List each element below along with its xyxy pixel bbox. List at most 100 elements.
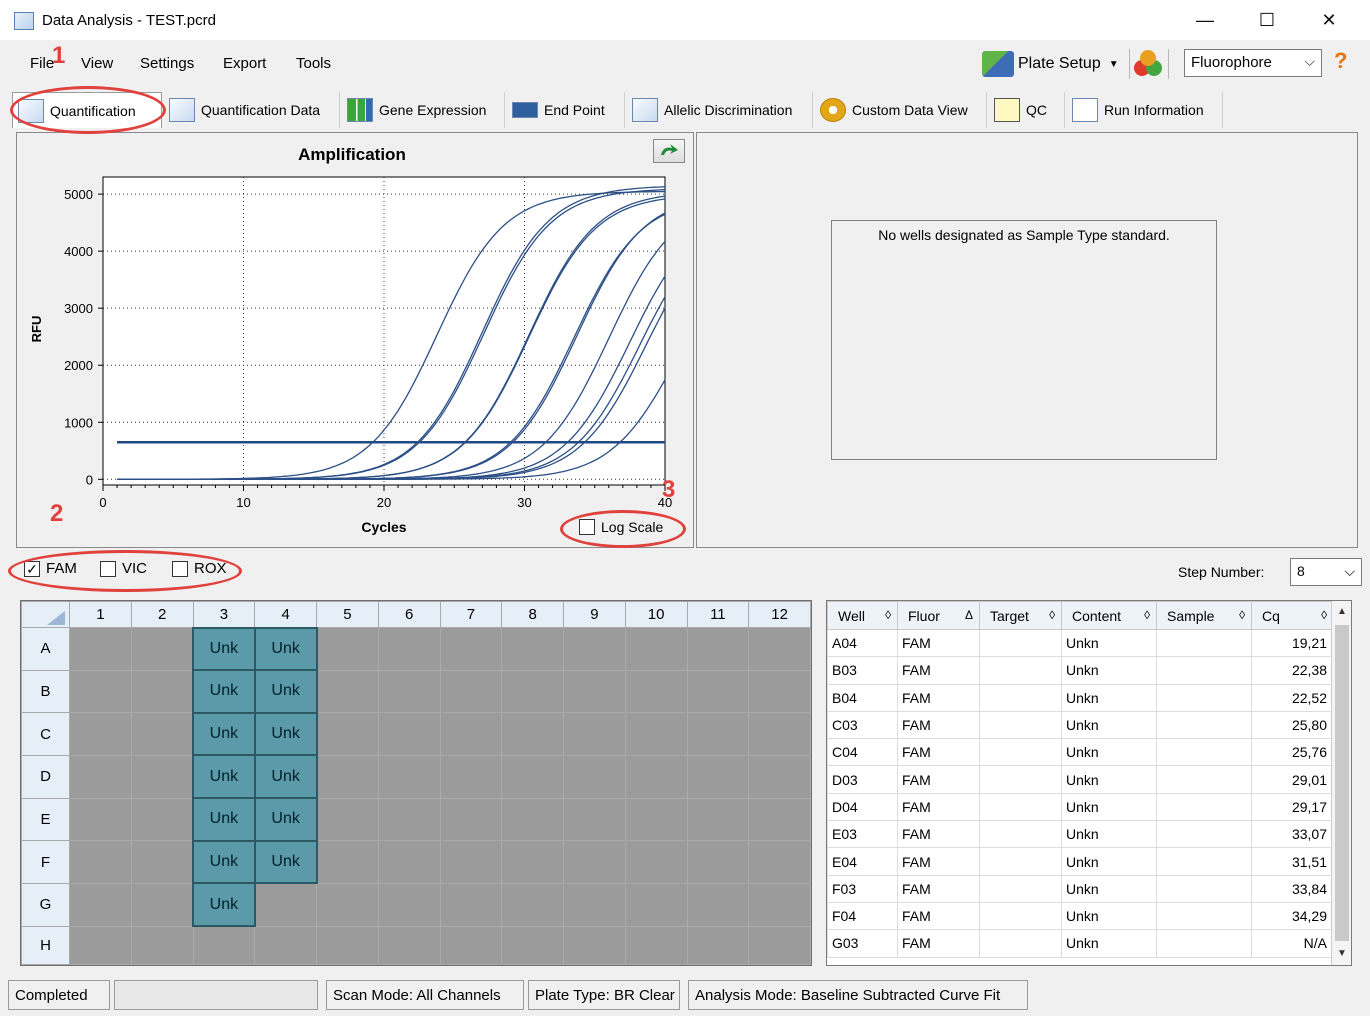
plate-well[interactable] [69,925,132,966]
plate-well[interactable] [624,882,688,927]
plate-well[interactable] [130,882,194,927]
tab-qc[interactable]: QC [989,92,1065,128]
results-header-well[interactable]: Well ◊ [827,601,898,630]
amplification-chart[interactable]: 0 10 20 30 40010002000300040005000 Amplifica… [17,133,693,547]
plate-well[interactable] [377,925,441,966]
plate-well[interactable] [624,712,688,756]
plate-well[interactable] [624,840,688,884]
plate-row-header[interactable]: C [21,712,70,756]
plate-well[interactable] [686,712,750,756]
scroll-up-icon[interactable]: ▲ [1334,603,1350,621]
tab-custom-data-view[interactable]: Custom Data View [815,92,987,128]
plate-well[interactable]: Unk [253,669,318,714]
plate-well[interactable] [501,669,564,714]
table-row[interactable]: C04 FAM Unkn 25,76 [827,738,1334,767]
plate-well[interactable] [439,840,503,884]
plate-well[interactable] [686,797,750,842]
results-header-cq[interactable]: Cq ◊ [1251,601,1334,630]
table-row[interactable]: F04 FAM Unkn 34,29 [827,901,1334,931]
plate-column-header[interactable]: 12 [748,601,811,628]
plate-well[interactable] [563,925,626,966]
plate-well[interactable] [316,925,379,966]
plate-well[interactable]: Unk [192,797,256,842]
table-row[interactable]: D03 FAM Unkn 29,01 [827,765,1334,794]
plate-well[interactable] [316,882,379,927]
table-row[interactable]: F03 FAM Unkn 33,84 [827,874,1334,903]
fluorophore-select[interactable]: Fluorophore ⌵ [1184,49,1322,77]
plate-well[interactable] [316,627,379,671]
tab-run-information[interactable]: Run Information [1067,92,1223,128]
results-scrollbar[interactable]: ▲ ▼ [1331,601,1351,965]
plate-well[interactable] [439,627,503,671]
plate-well[interactable] [501,712,564,756]
plate-well[interactable] [748,754,811,799]
plate-well[interactable] [748,627,811,671]
plate-well[interactable]: Unk [192,839,256,885]
plate-well[interactable]: Unk [192,626,256,672]
plate-well[interactable] [624,627,688,671]
plate-well[interactable] [377,627,441,671]
plate-well[interactable] [439,712,503,756]
plate-column-header[interactable]: 2 [130,601,194,628]
plate-well[interactable] [748,925,811,966]
plate-column-header[interactable]: 11 [686,601,750,628]
plate-well[interactable] [377,882,441,927]
plate-column-header[interactable]: 1 [69,601,132,628]
plate-row-header[interactable]: E [21,797,70,842]
plate-well[interactable] [501,797,564,842]
minimize-button[interactable]: — [1182,4,1228,36]
plate-well[interactable] [748,797,811,842]
plate-well[interactable] [563,840,626,884]
plate-well[interactable] [316,797,379,842]
table-row[interactable]: G03 FAM Unkn N/A [827,929,1334,958]
plate-well[interactable] [192,925,256,966]
plate-well[interactable] [686,840,750,884]
plate-setup-button[interactable]: Plate Setup ▼ [982,49,1169,79]
plate-well[interactable] [563,754,626,799]
plate-well[interactable]: Unk [192,669,256,714]
plate-well[interactable] [377,840,441,884]
plate-column-header[interactable]: 7 [439,601,503,628]
plate-well[interactable] [439,797,503,842]
plate-row-header[interactable]: F [21,840,70,884]
table-row[interactable]: B04 FAM Unkn 22,52 [827,683,1334,712]
plate-well[interactable] [130,712,194,756]
plate-well[interactable] [439,925,503,966]
table-row[interactable]: C03 FAM Unkn 25,80 [827,710,1334,740]
plate-row-header[interactable]: G [21,882,70,927]
plate-well[interactable] [130,754,194,799]
tab-allelic-discrimination[interactable]: Allelic Discrimination [627,92,813,128]
plate-well[interactable] [316,840,379,884]
plate-well[interactable] [316,669,379,714]
table-row[interactable]: E03 FAM Unkn 33,07 [827,820,1334,849]
plate-well[interactable] [563,882,626,927]
plate-well[interactable] [563,627,626,671]
table-row[interactable]: B03 FAM Unkn 22,38 [827,656,1334,685]
plate-well[interactable] [130,925,194,966]
plate-well[interactable] [501,840,564,884]
plate-well[interactable] [130,669,194,714]
plate-well[interactable] [69,712,132,756]
plate-well[interactable] [69,669,132,714]
plate-well[interactable] [563,797,626,842]
plate-well[interactable]: Unk [192,711,256,757]
plate-row-header[interactable]: D [21,754,70,799]
plate-well[interactable]: Unk [253,711,318,757]
results-header-target[interactable]: Target ◊ [979,601,1062,630]
plate-well[interactable] [130,627,194,671]
plate-well[interactable] [624,754,688,799]
table-row[interactable]: D04 FAM Unkn 29,17 [827,792,1334,822]
plate-column-header[interactable]: 10 [624,601,688,628]
plate-well[interactable] [69,797,132,842]
close-button[interactable]: ✕ [1306,4,1352,36]
menu-settings[interactable]: Settings [140,55,194,72]
plate-row-header[interactable]: B [21,669,70,714]
plate-well[interactable] [69,882,132,927]
plate-well[interactable] [377,712,441,756]
menu-tools[interactable]: Tools [296,55,331,72]
plate-well[interactable] [377,797,441,842]
plate-row-header[interactable]: A [21,627,70,671]
plate-well[interactable] [748,882,811,927]
refresh-chart-button[interactable] [653,139,685,163]
help-icon[interactable]: ? [1334,48,1347,74]
